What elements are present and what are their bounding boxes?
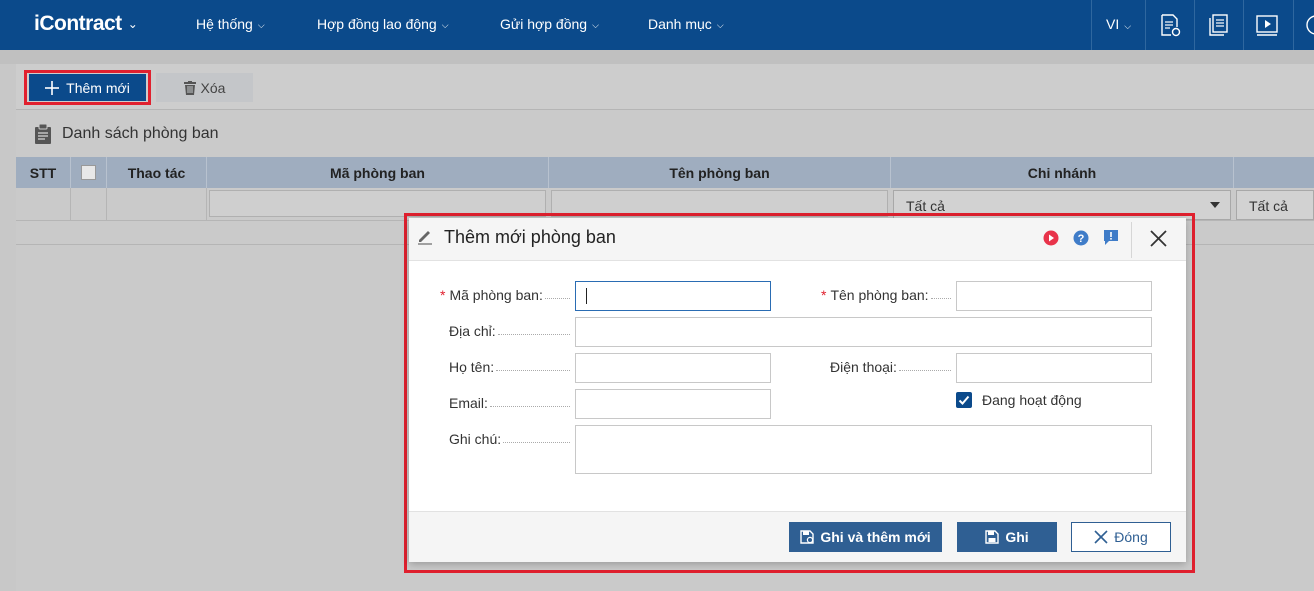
dialog-title: Thêm mới phòng ban xyxy=(444,227,616,247)
nav-item-hop-dong-lao-dong[interactable]: Hợp đồng lao động ⌵ xyxy=(317,16,449,32)
list-title-text: Danh sách phòng ban xyxy=(62,125,219,142)
active-checkbox-label[interactable]: Đang hoạt động xyxy=(982,392,1082,408)
header-separator xyxy=(1131,222,1132,258)
extra-filter-select[interactable]: Tất cả xyxy=(1236,190,1314,220)
note-textarea[interactable] xyxy=(575,425,1152,474)
save-button[interactable]: Ghi xyxy=(957,522,1057,552)
checkmark-icon xyxy=(958,395,970,405)
email-input[interactable] xyxy=(575,389,771,419)
email-label: Email: xyxy=(449,395,570,411)
nav-separator xyxy=(1243,0,1244,50)
close-x-icon xyxy=(1094,530,1108,544)
nav-separator xyxy=(1293,0,1294,50)
chevron-down-icon: ⌵ xyxy=(1124,21,1132,31)
column-header-branch[interactable]: Chi nhánh xyxy=(891,157,1234,188)
fullname-label: Họ tên: xyxy=(449,359,570,375)
nav-item-danh-muc[interactable]: Danh mục ⌵ xyxy=(648,16,724,32)
filter-cell xyxy=(16,188,71,221)
note-label: Ghi chú: xyxy=(449,431,570,447)
trash-icon xyxy=(183,80,196,95)
chevron-down-icon: ⌄ xyxy=(127,17,138,31)
nav-separator xyxy=(1194,0,1195,50)
code-label: * Mã phòng ban: xyxy=(440,287,570,303)
active-checkbox[interactable] xyxy=(956,392,972,408)
text-caret xyxy=(586,288,587,304)
address-label: Địa chỉ: xyxy=(449,323,570,339)
help-icon[interactable]: ? xyxy=(1073,230,1089,246)
name-label: * Tên phòng ban: xyxy=(821,287,951,303)
list-title: Danh sách phòng ban xyxy=(34,124,219,144)
app-logo[interactable]: iContract ⌄ xyxy=(34,12,138,36)
column-header-stt[interactable]: STT xyxy=(16,157,71,188)
phone-input[interactable] xyxy=(956,353,1152,383)
select-all-checkbox[interactable] xyxy=(81,165,96,180)
documents-icon[interactable] xyxy=(1207,13,1231,37)
extra-filter-value: Tất cả xyxy=(1249,198,1288,214)
column-header-more[interactable] xyxy=(1234,157,1314,188)
save-and-new-button[interactable]: Ghi và thêm mới xyxy=(789,522,942,552)
filter-cell xyxy=(107,188,207,221)
save-label: Ghi xyxy=(1005,529,1029,545)
save-new-icon xyxy=(800,530,815,544)
column-header-actions[interactable]: Thao tác xyxy=(107,157,207,188)
chevron-down-icon: ⌵ xyxy=(592,20,599,30)
address-input[interactable] xyxy=(575,317,1152,347)
column-header-code[interactable]: Mã phòng ban xyxy=(207,157,549,188)
feedback-icon[interactable] xyxy=(1103,229,1119,246)
nav-separator xyxy=(1091,0,1092,50)
top-nav-bar: iContract ⌄ Hệ thống ⌵ Hợp đồng lao động ⌵ … xyxy=(0,0,1314,50)
fullname-input[interactable] xyxy=(575,353,771,383)
code-input[interactable] xyxy=(575,281,771,311)
column-header-name[interactable]: Tên phòng ban xyxy=(549,157,891,188)
delete-button[interactable]: Xóa xyxy=(156,73,253,102)
help-circle-icon[interactable] xyxy=(1304,13,1314,37)
filter-cell xyxy=(71,188,107,221)
required-asterisk: * xyxy=(821,287,827,303)
column-header-select[interactable] xyxy=(71,157,107,188)
nav-item-he-thong[interactable]: Hệ thống ⌵ xyxy=(196,16,265,32)
phone-label: Điện thoại: xyxy=(830,359,951,375)
document-settings-icon[interactable] xyxy=(1158,13,1182,37)
clipboard-icon xyxy=(35,124,51,144)
chevron-down-icon: ⌵ xyxy=(716,20,724,30)
dropdown-arrow-icon xyxy=(1210,202,1220,208)
close-button[interactable]: Đóng xyxy=(1071,522,1171,552)
nav-separator xyxy=(1145,0,1146,50)
add-new-label: Thêm mới xyxy=(66,79,130,96)
save-icon xyxy=(985,530,1000,544)
svg-text:?: ? xyxy=(1078,233,1085,245)
name-input[interactable] xyxy=(956,281,1152,311)
delete-label: Xóa xyxy=(200,79,226,96)
plus-icon xyxy=(45,80,60,95)
close-label: Đóng xyxy=(1114,529,1148,545)
chevron-down-icon: ⌵ xyxy=(257,20,265,30)
nav-item-gui-hop-dong[interactable]: Gửi hợp đồng ⌵ xyxy=(500,16,599,32)
video-play-icon[interactable] xyxy=(1255,13,1279,37)
language-selector[interactable]: VI ⌵ xyxy=(1106,16,1131,32)
pencil-icon xyxy=(418,231,432,245)
close-icon[interactable] xyxy=(1150,230,1167,247)
video-guide-icon[interactable] xyxy=(1043,230,1059,246)
chevron-down-icon: ⌵ xyxy=(441,20,449,30)
save-and-new-label: Ghi và thêm mới xyxy=(820,529,931,545)
branch-filter-value: Tất cả xyxy=(906,198,945,214)
required-asterisk: * xyxy=(440,287,446,303)
page-top-strip xyxy=(0,50,1314,64)
add-new-button[interactable]: Thêm mới xyxy=(29,74,146,101)
